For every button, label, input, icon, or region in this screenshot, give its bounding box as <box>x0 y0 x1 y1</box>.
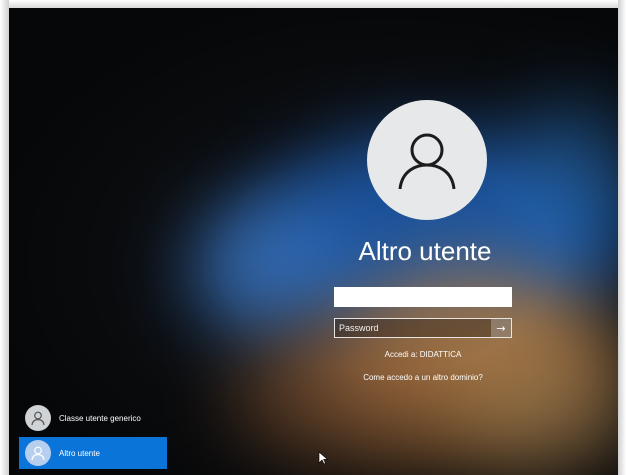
password-input[interactable] <box>335 319 491 337</box>
user-icon <box>31 411 45 426</box>
user-icon <box>398 133 456 190</box>
screen-bezel-left <box>0 0 9 475</box>
arrow-right-icon: → <box>496 321 506 335</box>
avatar <box>25 405 51 431</box>
screen-bezel-right <box>618 0 626 475</box>
user-list-item-label: Altro utente <box>59 448 100 458</box>
submit-button[interactable]: → <box>491 319 511 337</box>
user-list-item-generic[interactable]: Classe utente generico <box>19 402 167 434</box>
user-list-item-other[interactable]: Altro utente <box>19 437 167 469</box>
screen-bezel-top <box>0 0 626 8</box>
user-icon <box>31 446 45 461</box>
lock-screen: Altro utente → Accedi a: DIDATTICA Come … <box>0 0 626 475</box>
user-name-title: Altro utente <box>358 236 492 266</box>
avatar <box>25 440 51 466</box>
password-field: → <box>334 318 512 338</box>
domain-label: Accedi a: DIDATTICA <box>384 350 462 359</box>
user-avatar <box>367 100 487 220</box>
mouse-pointer-icon <box>318 451 328 465</box>
user-list-item-label: Classe utente generico <box>59 413 141 423</box>
username-input[interactable] <box>334 287 512 307</box>
user-list: Classe utente generico Altro utente <box>19 402 167 472</box>
other-domain-link[interactable]: Come accedo a un altro dominio? <box>300 373 546 382</box>
